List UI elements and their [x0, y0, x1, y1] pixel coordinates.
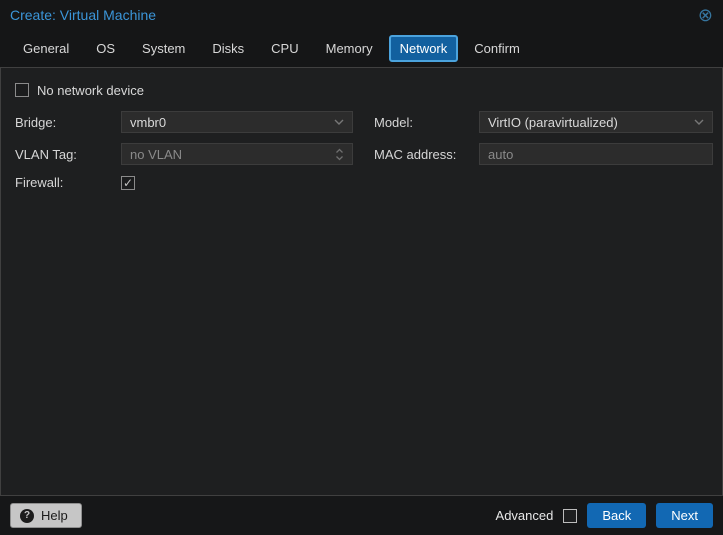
no-network-device-row: No network device [15, 81, 722, 99]
vlan-tag-label: VLAN Tag: [15, 146, 77, 162]
model-select[interactable]: VirtIO (paravirtualized) [479, 111, 713, 133]
vlan-tag-spinner[interactable]: no VLAN [121, 143, 353, 165]
chevron-down-icon [334, 119, 344, 125]
chevron-down-icon [694, 119, 704, 125]
firewall-checkbox[interactable]: ✓ [121, 175, 135, 190]
mac-address-input[interactable]: auto [479, 143, 713, 165]
model-label: Model: [374, 114, 414, 130]
back-button[interactable]: Back [587, 503, 647, 528]
bridge-value: vmbr0 [130, 114, 167, 130]
footer-actions: Advanced Back Next [496, 503, 713, 528]
tab-network[interactable]: Network [388, 35, 459, 62]
dialog-title: Create: Virtual Machine [10, 7, 157, 23]
bridge-select[interactable]: vmbr0 [121, 111, 353, 133]
no-network-device-checkbox[interactable] [15, 83, 29, 97]
wizard-tabbar: General OS System Disks CPU Memory Netwo… [0, 30, 723, 67]
create-vm-dialog: Create: Virtual Machine ⊗ General OS Sys… [0, 0, 723, 535]
advanced-checkbox[interactable] [563, 508, 578, 523]
advanced-label: Advanced [495, 508, 554, 523]
network-form: Bridge: vmbr0 Model: VirtIO (paravirtual… [15, 111, 722, 190]
tab-os[interactable]: OS [85, 35, 126, 62]
tab-general[interactable]: General [12, 35, 80, 62]
bridge-label: Bridge: [15, 114, 57, 130]
tab-confirm[interactable]: Confirm [463, 35, 531, 62]
no-network-device-label: No network device [37, 82, 144, 98]
mac-address-label: MAC address: [374, 146, 457, 162]
firewall-label: Firewall: [15, 175, 64, 190]
mac-address-placeholder: auto [488, 146, 514, 162]
tab-disks[interactable]: Disks [201, 35, 255, 62]
dialog-titlebar: Create: Virtual Machine ⊗ [0, 0, 723, 30]
vlan-tag-placeholder: no VLAN [130, 146, 183, 162]
dialog-footer: ? Help Advanced Back Next [0, 496, 723, 535]
tab-cpu[interactable]: CPU [260, 35, 309, 62]
tab-system[interactable]: System [131, 35, 196, 62]
help-icon: ? [20, 508, 34, 523]
close-icon[interactable]: ⊗ [698, 6, 713, 24]
spinner-up-down-icon [336, 148, 343, 160]
network-tab-panel: No network device Bridge: vmbr0 Model: V… [0, 67, 723, 496]
next-button[interactable]: Next [656, 503, 713, 528]
help-button-label: Help [41, 508, 68, 523]
tab-memory[interactable]: Memory [315, 35, 384, 62]
model-value: VirtIO (paravirtualized) [488, 114, 618, 130]
help-button[interactable]: ? Help [10, 503, 82, 528]
